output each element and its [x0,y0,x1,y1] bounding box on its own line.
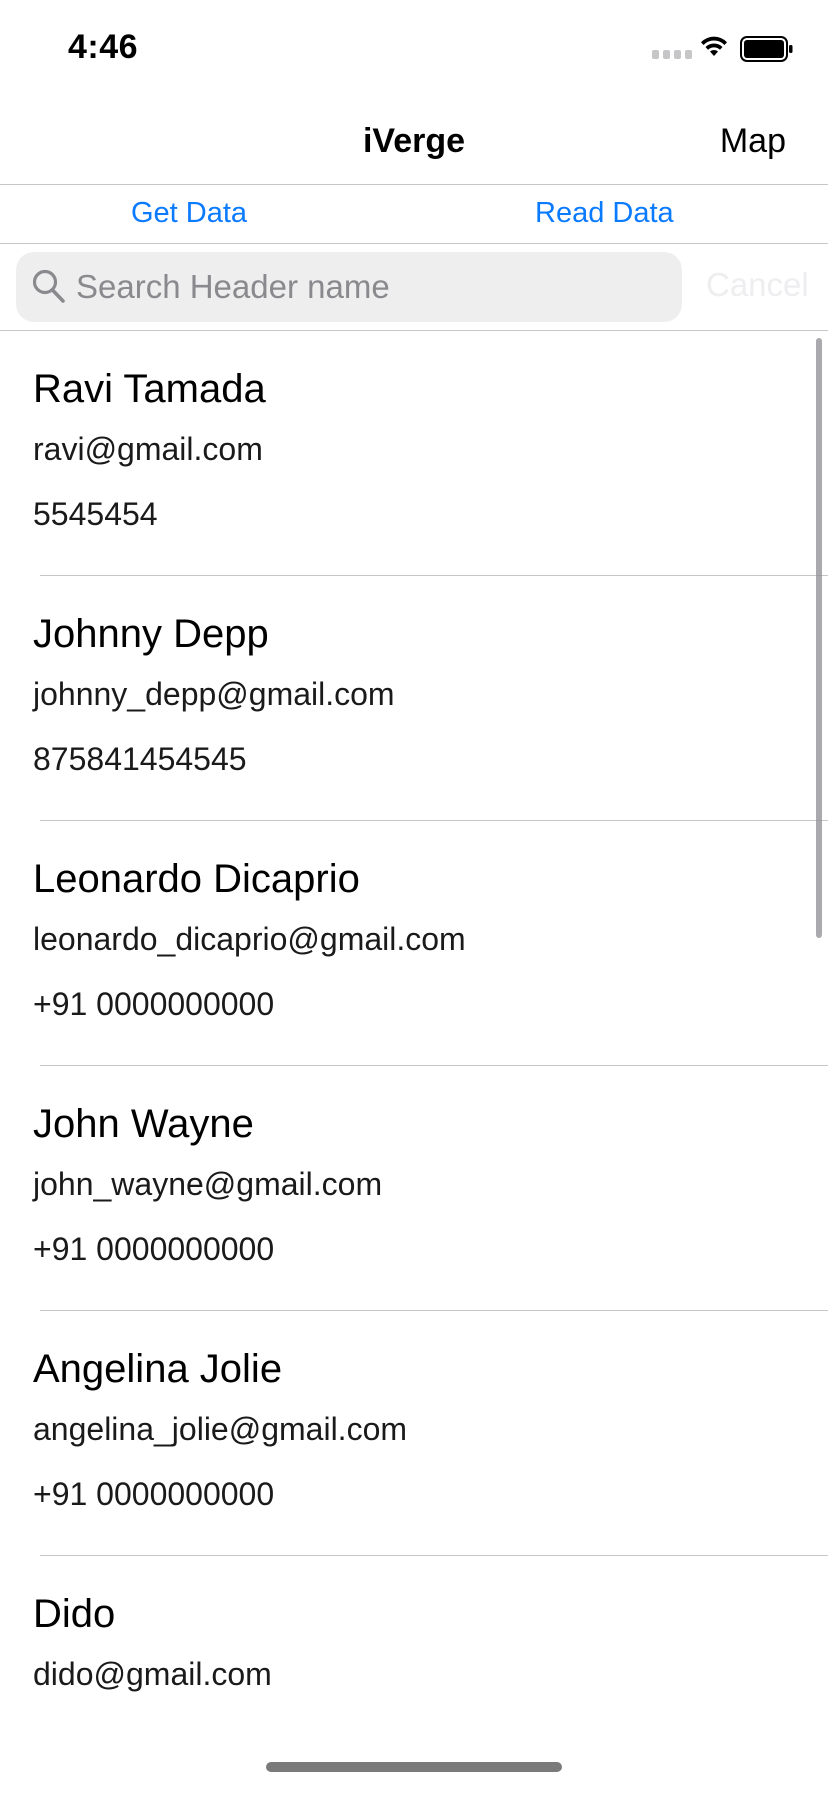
home-indicator [266,1762,562,1772]
contact-phone: +91 0000000000 [33,1476,275,1512]
contact-email: john_wayne@gmail.com [33,1166,383,1202]
data-action-bar: Get Data Read Data [0,185,828,244]
status-time: 4:46 [68,28,139,66]
cancel-button[interactable]: Cancel [706,266,809,304]
navigation-bar: iVerge Map [0,100,828,185]
contact-name: Dido [33,1592,116,1636]
contact-name: John Wayne [33,1102,254,1146]
contact-list[interactable]: Ravi Tamada ravi@gmail.com 5545454 Johnny D… [0,331,828,1801]
contact-row[interactable]: Johnny Depp johnny_depp@gmail.com 87584145… [0,576,828,821]
contact-phone: 875841454545 [33,741,247,777]
contact-name: Ravi Tamada [33,367,266,411]
search-icon [32,269,65,303]
map-button[interactable]: Map [720,122,786,161]
contact-phone: +91 0000000000 [33,1231,275,1267]
search-input[interactable] [76,252,666,322]
contact-email: ravi@gmail.com [33,431,263,467]
status-bar: 4:46 [0,0,828,100]
get-data-button[interactable]: Get Data [131,197,247,230]
wifi-icon [701,36,727,56]
contact-email: angelina_jolie@gmail.com [33,1411,408,1447]
contact-email: johnny_depp@gmail.com [33,676,395,712]
battery-icon [740,36,793,62]
contact-row[interactable]: Angelina Jolie angelina_jolie@gmail.com +9… [0,1311,828,1556]
search-bar: Cancel [0,244,828,331]
contact-row[interactable]: Ravi Tamada ravi@gmail.com 5545454 [0,331,828,576]
contact-email: leonardo_dicaprio@gmail.com [33,921,466,957]
cellular-signal-icon [652,50,692,59]
search-field[interactable] [16,252,682,322]
contact-name: Angelina Jolie [33,1347,283,1391]
contact-name: Johnny Depp [33,612,269,656]
contact-phone: +91 0000000000 [33,986,275,1022]
contact-row[interactable]: Leonardo Dicaprio leonardo_dicaprio@gmail… [0,821,828,1066]
contact-name: Leonardo Dicaprio [33,857,360,901]
contact-row[interactable]: John Wayne john_wayne@gmail.com +91 000000… [0,1066,828,1311]
page-title: iVerge [362,122,466,160]
contact-email: dido@gmail.com [33,1656,272,1692]
read-data-button[interactable]: Read Data [535,197,674,230]
contact-phone: 5545454 [33,496,158,532]
scroll-indicator [816,338,822,938]
